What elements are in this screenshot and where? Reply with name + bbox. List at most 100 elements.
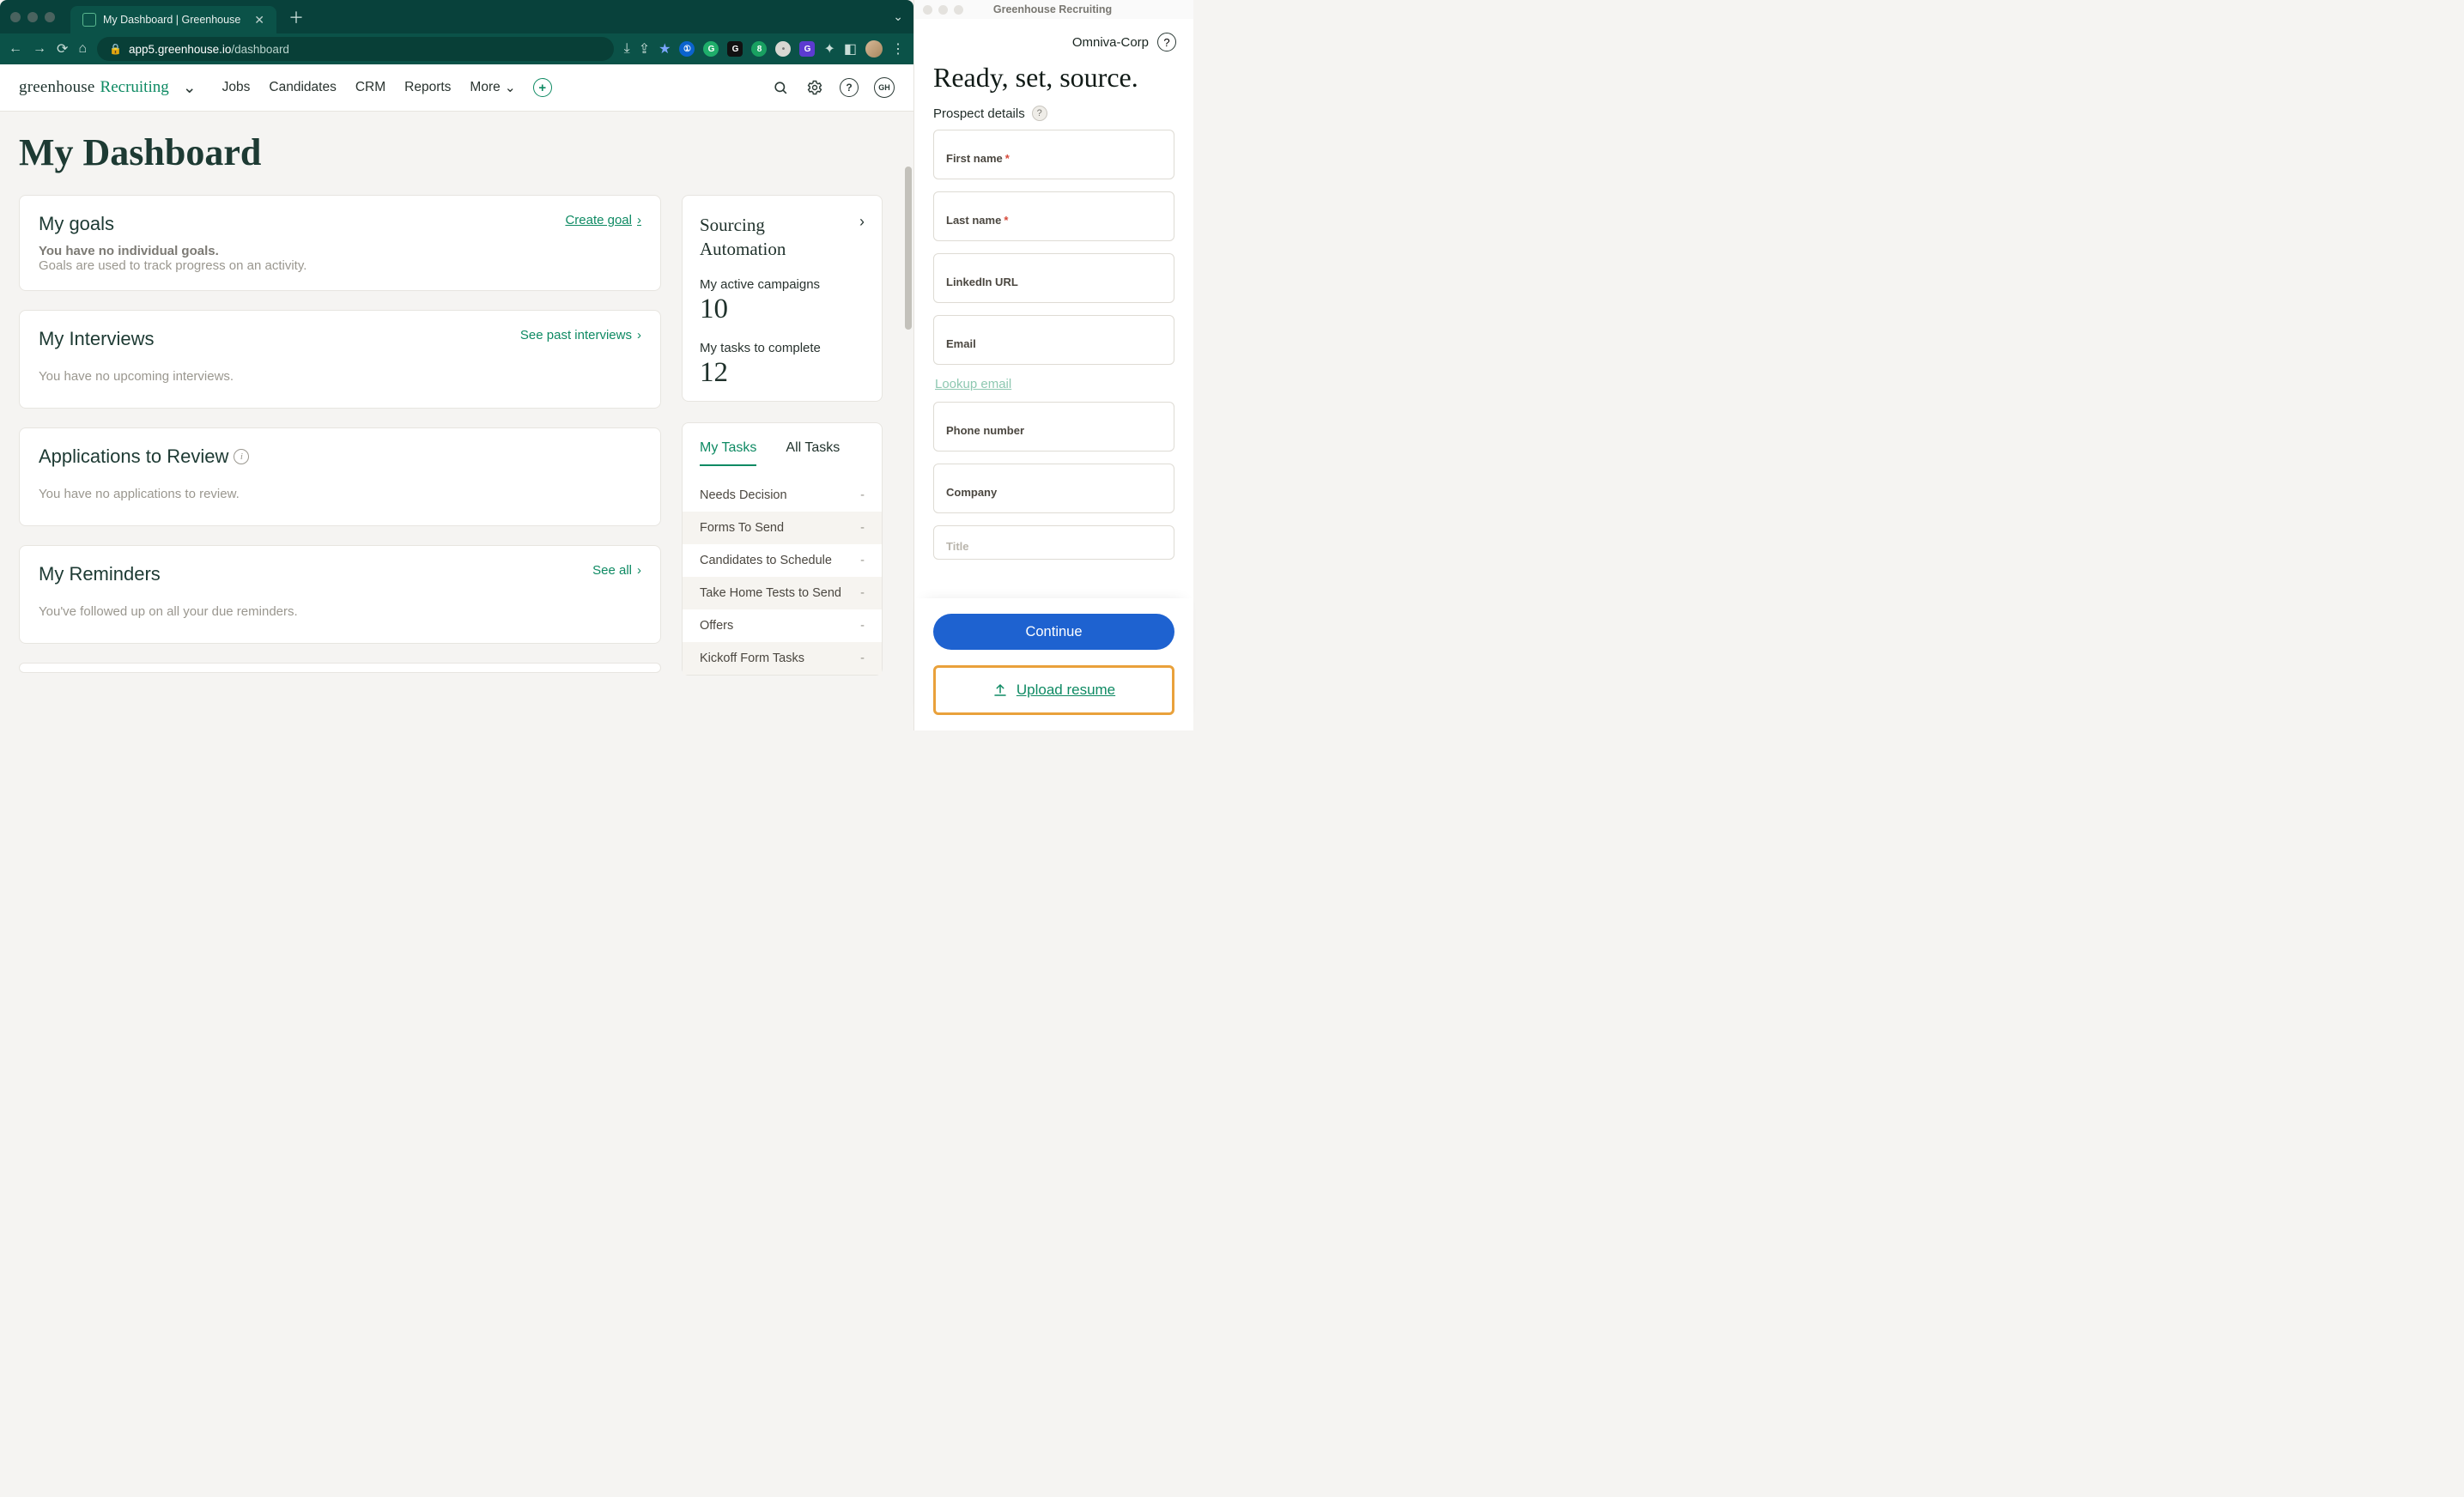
applications-card: Applications to Review i You have no app… — [19, 427, 661, 526]
window-close-icon[interactable] — [923, 5, 932, 15]
logo-text-recruiting: Recruiting — [100, 78, 169, 97]
interviews-title: My Interviews — [39, 328, 154, 350]
lookup-email-link[interactable]: Lookup email — [935, 377, 1011, 391]
nav-jobs[interactable]: Jobs — [222, 80, 251, 96]
see-past-interviews-link[interactable]: See past interviews › — [520, 328, 641, 342]
window-zoom-icon[interactable] — [954, 5, 963, 15]
browser-tab[interactable]: My Dashboard | Greenhouse ✕ — [70, 6, 276, 33]
extension-gray-icon[interactable]: • — [775, 41, 791, 57]
company-switcher[interactable]: Omniva-Corp — [1072, 35, 1149, 50]
reminders-title: My Reminders — [39, 563, 161, 585]
extension-1password-icon[interactable]: ① — [679, 41, 695, 57]
see-all-reminders-link[interactable]: See all › — [592, 563, 641, 578]
applications-title: Applications to Review i — [39, 445, 249, 468]
profile-avatar-icon[interactable] — [865, 40, 883, 58]
last-name-field[interactable]: Last name* — [933, 191, 1174, 241]
help-icon[interactable]: ? — [1032, 106, 1047, 121]
email-field[interactable]: Email — [933, 315, 1174, 365]
window-minimize-icon[interactable] — [27, 12, 38, 22]
window-close-icon[interactable] — [10, 12, 21, 22]
nav-candidates[interactable]: Candidates — [269, 80, 336, 96]
share-icon[interactable]: ⇪ — [639, 40, 650, 58]
window-zoom-icon[interactable] — [45, 12, 55, 22]
add-button[interactable]: + — [533, 78, 552, 97]
logo-text-greenhouse: greenhouse — [19, 78, 95, 97]
chevron-right-icon: › — [637, 213, 641, 227]
browser-tab-title: My Dashboard | Greenhouse — [103, 14, 240, 26]
extension-window-chrome: Greenhouse Recruiting — [914, 0, 1193, 19]
tab-all-tasks[interactable]: All Tasks — [786, 440, 840, 466]
info-icon[interactable]: i — [234, 449, 249, 464]
browser-menu-button[interactable]: ⋮ — [891, 40, 905, 58]
upload-resume-button[interactable]: Upload resume — [933, 665, 1174, 715]
extension-grammarly-icon[interactable]: G — [703, 41, 719, 57]
tasks-to-complete-value: 12 — [700, 357, 865, 389]
interviews-card: My Interviews See past interviews › You … — [19, 310, 661, 409]
create-goal-link[interactable]: Create goal › — [565, 213, 641, 227]
help-icon[interactable]: ? — [1157, 33, 1176, 52]
phone-number-field[interactable]: Phone number — [933, 402, 1174, 452]
interviews-empty: You have no upcoming interviews. — [39, 369, 641, 384]
scrollbar[interactable] — [905, 167, 912, 330]
title-field[interactable]: Title — [933, 525, 1174, 560]
extension-greenhouse-icon[interactable]: 8 — [751, 41, 767, 57]
side-panel-icon[interactable]: ◧ — [844, 40, 857, 58]
browser-tab-bar: My Dashboard | Greenhouse ✕ ＋ ⌄ — [0, 0, 913, 33]
extension-panel: Greenhouse Recruiting Omniva-Corp ? Read… — [913, 0, 1193, 730]
sourcing-card[interactable]: SourcingAutomation › My active campaigns… — [682, 195, 883, 402]
forward-button[interactable]: → — [33, 41, 46, 57]
nav-reports[interactable]: Reports — [404, 80, 451, 96]
url-path: /dashboard — [231, 43, 289, 56]
extension-hero: Ready, set, source. — [914, 57, 1193, 106]
window-minimize-icon[interactable] — [938, 5, 948, 15]
settings-icon[interactable] — [805, 78, 824, 97]
page-body: My Dashboard My goals Create goal › You … — [0, 112, 913, 730]
reminders-card: My Reminders See all › You've followed u… — [19, 545, 661, 644]
tab-my-tasks[interactable]: My Tasks — [700, 440, 756, 466]
main-nav: Jobs Candidates CRM Reports More ⌄ — [222, 80, 516, 96]
tasks-to-complete-label: My tasks to complete — [700, 341, 865, 355]
new-tab-button[interactable]: ＋ — [288, 6, 304, 28]
nav-crm[interactable]: CRM — [355, 80, 385, 96]
product-switcher-icon[interactable]: ⌄ — [183, 78, 197, 98]
reload-button[interactable]: ⟳ — [57, 40, 68, 58]
browser-toolbar: ← → ⟳ ⌂ 🔒 app5.greenhouse.io/dashboard ⤓… — [0, 33, 913, 64]
extension-dark-icon[interactable]: G — [727, 41, 743, 57]
task-row[interactable]: Forms To Send- — [683, 512, 882, 544]
reminders-empty: You've followed up on all your due remin… — [39, 604, 641, 619]
task-row[interactable]: Candidates to Schedule- — [683, 544, 882, 577]
home-button[interactable]: ⌂ — [78, 41, 87, 57]
close-tab-icon[interactable]: ✕ — [254, 13, 264, 27]
next-card-peek — [19, 663, 661, 673]
star-icon[interactable]: ★ — [658, 40, 671, 58]
help-icon[interactable]: ? — [840, 78, 859, 97]
applications-empty: You have no applications to review. — [39, 487, 641, 501]
install-app-icon[interactable]: ⤓ — [624, 41, 630, 57]
task-row[interactable]: Kickoff Form Tasks- — [683, 642, 882, 675]
user-avatar[interactable]: GH — [874, 77, 895, 98]
chevron-right-icon: › — [637, 563, 641, 578]
company-field[interactable]: Company — [933, 464, 1174, 513]
upload-icon — [992, 682, 1008, 698]
tasks-card: My Tasks All Tasks Needs Decision- Forms… — [682, 422, 883, 676]
nav-more[interactable]: More ⌄ — [470, 80, 515, 96]
chevron-right-icon: › — [859, 213, 865, 231]
extension-purple-icon[interactable]: G — [799, 41, 815, 57]
search-icon[interactable] — [771, 78, 790, 97]
task-row[interactable]: Take Home Tests to Send- — [683, 577, 882, 609]
linkedin-url-field[interactable]: LinkedIn URL — [933, 253, 1174, 303]
back-button[interactable]: ← — [9, 41, 22, 57]
lock-icon: 🔒 — [109, 43, 122, 55]
task-row[interactable]: Needs Decision- — [683, 479, 882, 512]
tab-overflow-button[interactable]: ⌄ — [893, 9, 903, 24]
extensions-menu-icon[interactable]: ✦ — [823, 40, 834, 58]
continue-button[interactable]: Continue — [933, 614, 1174, 650]
extension-window-title: Greenhouse Recruiting — [969, 3, 1136, 15]
greenhouse-logo[interactable]: greenhouse Recruiting ⌄ — [19, 78, 197, 98]
favicon-icon — [82, 13, 96, 27]
task-row[interactable]: Offers- — [683, 609, 882, 642]
address-bar[interactable]: 🔒 app5.greenhouse.io/dashboard — [97, 37, 614, 61]
goals-card: My goals Create goal › You have no indiv… — [19, 195, 661, 291]
first-name-field[interactable]: First name* — [933, 130, 1174, 179]
extension-icons: ⤓ ⇪ ★ ① G G 8 • G ✦ ◧ ⋮ — [624, 40, 905, 58]
